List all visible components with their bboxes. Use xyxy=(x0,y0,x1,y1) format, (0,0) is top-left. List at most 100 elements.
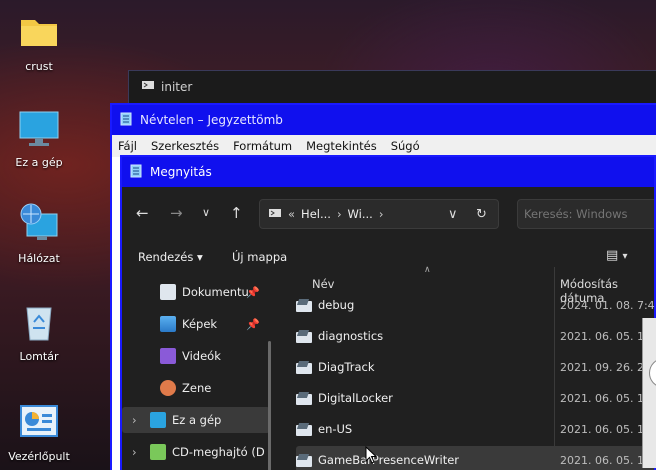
list-view-icon: ▤ xyxy=(606,248,619,263)
nav-item-label: CD-meghajtó (D xyxy=(172,445,265,459)
menu-edit[interactable]: Szerkesztés xyxy=(151,139,219,153)
folder-icon xyxy=(296,299,312,312)
chevron-right-icon: › xyxy=(336,207,342,221)
file-date: 2024. 01. 08. 7:44 xyxy=(560,298,656,312)
dialog-title-bar[interactable]: Megnyitás xyxy=(122,157,654,187)
music-icon xyxy=(160,380,176,396)
initer-title: initer xyxy=(141,79,192,94)
file-row[interactable]: DigitalLocker 2021. 06. 05. 19:5 xyxy=(296,384,654,412)
nav-item-cd-drive[interactable]: › CD-meghajtó (D xyxy=(122,439,270,465)
folder-icon xyxy=(296,361,312,374)
organize-label: Rendezés xyxy=(138,250,194,264)
control-panel-icon xyxy=(17,400,61,444)
file-row[interactable]: GameBarPresenceWriter 2021. 06. 05. 19:5 xyxy=(296,446,654,470)
nav-item-label: Képek xyxy=(182,317,218,331)
address-part-2[interactable]: Wi... xyxy=(348,207,373,221)
menu-format[interactable]: Formátum xyxy=(233,139,292,153)
notepad-icon xyxy=(130,164,142,181)
dialog-title: Megnyitás xyxy=(150,165,212,179)
desktop-icon-label: Vezérlőpult xyxy=(8,450,70,463)
app-icon xyxy=(141,79,155,94)
nav-item-label: Ez a gép xyxy=(172,413,222,427)
organize-button[interactable]: Rendezés ▾ xyxy=(138,250,203,264)
view-options-button[interactable]: ▤ ▾ xyxy=(606,248,627,263)
network-icon xyxy=(17,202,61,246)
sort-ascending-icon: ∧ xyxy=(424,265,431,275)
desktop-icon-label: crust xyxy=(25,60,53,73)
open-dialog[interactable]: Megnyitás ← → ∨ ↑ « Hel... › Wi... › ∨ ↻… xyxy=(120,155,656,470)
file-row[interactable]: DiagTrack 2021. 09. 26. 23:2 xyxy=(296,353,654,381)
folder-path-icon xyxy=(268,207,282,222)
nav-item-music[interactable]: Zene xyxy=(122,375,270,401)
nav-pane-scrollbar[interactable] xyxy=(268,341,271,470)
file-row[interactable]: en-US 2021. 06. 05. 14:1 xyxy=(296,415,654,443)
folder-icon xyxy=(296,392,312,405)
refresh-icon[interactable]: ↻ xyxy=(476,207,487,222)
up-arrow-icon[interactable]: ↑ xyxy=(230,205,243,221)
videos-icon xyxy=(160,348,176,364)
navigation-bar: ← → ∨ ↑ « Hel... › Wi... › ∨ ↻ xyxy=(122,199,654,229)
caret-down-icon: ▾ xyxy=(622,251,628,262)
back-arrow-icon[interactable]: ← xyxy=(136,205,149,221)
nav-item-videos[interactable]: Videók xyxy=(122,343,270,369)
pin-icon[interactable]: 📌 xyxy=(246,318,260,331)
menu-help[interactable]: Súgó xyxy=(391,139,420,153)
nav-item-documents[interactable]: Dokumentu 📌 xyxy=(122,279,270,305)
desktop-icon-label: Hálózat xyxy=(18,252,60,265)
nav-item-this-pc[interactable]: › Ez a gép xyxy=(122,407,270,433)
new-folder-button[interactable]: Új mappa xyxy=(232,250,287,264)
desktop-icon-label: Lomtár xyxy=(19,350,59,363)
menu-view[interactable]: Megtekintés xyxy=(306,139,377,153)
circle-button-icon[interactable] xyxy=(649,358,656,388)
chevron-right-icon[interactable]: › xyxy=(379,207,384,221)
recycle-bin-icon xyxy=(17,300,61,344)
file-row[interactable]: debug 2024. 01. 08. 7:44 xyxy=(296,291,656,319)
chevron-right-icon[interactable]: › xyxy=(132,445,150,459)
menu-file[interactable]: Fájl xyxy=(118,139,137,153)
initer-title-text: initer xyxy=(161,79,193,94)
folder-icon xyxy=(296,423,312,436)
nav-item-label: Dokumentu xyxy=(182,285,249,299)
desktop-icon-network[interactable]: Hálózat xyxy=(6,202,72,265)
caret-down-icon: ▾ xyxy=(196,250,203,264)
mouse-cursor-icon xyxy=(365,446,377,464)
file-name: GameBarPresenceWriter xyxy=(318,453,460,467)
file-name: en-US xyxy=(318,422,353,436)
desktop-icon-crust[interactable]: crust xyxy=(6,10,72,73)
desktop-icon-this-pc[interactable]: Ez a gép xyxy=(6,106,72,169)
cd-drive-icon xyxy=(150,444,166,460)
forward-arrow-icon[interactable]: → xyxy=(170,205,183,221)
command-toolbar: Rendezés ▾ Új mappa ▤ ▾ xyxy=(122,247,654,269)
pictures-icon xyxy=(160,316,176,332)
column-header-name[interactable]: Név xyxy=(312,277,334,291)
folder-icon xyxy=(296,330,312,343)
notepad-menu-bar: Fájl Szerkesztés Formátum Megtekintés Sú… xyxy=(112,135,656,157)
desktop-icon-label: Ez a gép xyxy=(15,156,63,169)
pin-icon[interactable]: 📌 xyxy=(246,286,260,299)
folder-icon xyxy=(296,454,312,467)
folder-icon xyxy=(17,10,61,54)
file-name: DigitalLocker xyxy=(318,391,393,405)
desktop-icon-recycle-bin[interactable]: Lomtár xyxy=(6,300,72,363)
notepad-title: Névtelen – Jegyzettömb xyxy=(140,113,283,127)
computer-icon xyxy=(17,106,61,150)
chevron-right-icon[interactable]: › xyxy=(132,413,150,427)
nav-item-label: Videók xyxy=(182,349,221,363)
notepad-title-bar[interactable]: Névtelen – Jegyzettömb xyxy=(112,105,656,135)
address-dropdown-chevron-icon[interactable]: ∨ xyxy=(448,207,458,222)
nav-item-label: Zene xyxy=(182,381,212,395)
desktop-icon-control-panel[interactable]: Vezérlőpult xyxy=(6,400,72,463)
address-part-1[interactable]: Hel... xyxy=(301,207,331,221)
documents-icon xyxy=(160,284,176,300)
file-name: DiagTrack xyxy=(318,360,375,374)
file-row[interactable]: diagnostics 2021. 06. 05. 14:1 xyxy=(296,322,654,350)
search-input[interactable] xyxy=(517,199,654,229)
address-bar[interactable]: « Hel... › Wi... › xyxy=(259,199,499,229)
notepad-icon xyxy=(120,112,132,129)
nav-item-pictures[interactable]: Képek 📌 xyxy=(122,311,270,337)
navigation-pane: Dokumentu 📌 Képek 📌 Videók Zene › Ez a g… xyxy=(122,279,272,470)
computer-icon xyxy=(150,412,166,428)
address-overflow[interactable]: « xyxy=(288,207,295,221)
recent-chevron-down-icon[interactable]: ∨ xyxy=(202,205,210,221)
file-name: debug xyxy=(318,298,355,312)
